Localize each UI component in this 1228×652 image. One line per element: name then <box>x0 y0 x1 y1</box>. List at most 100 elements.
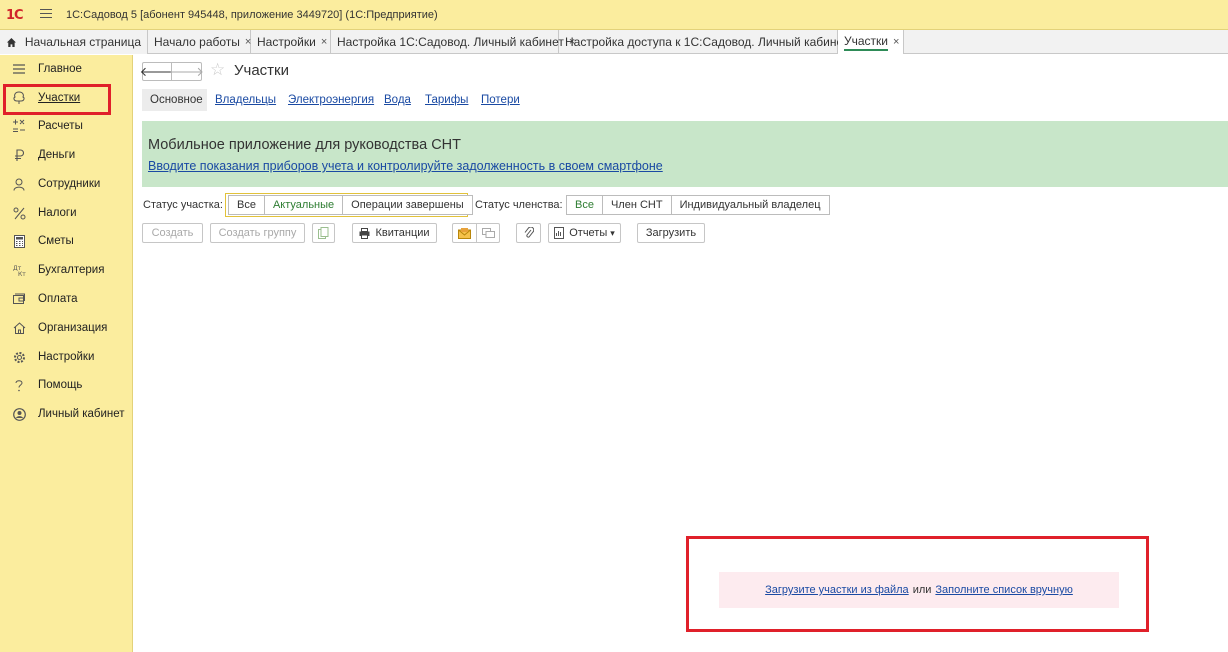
sidebar-item-label: Помощь <box>38 379 83 391</box>
membership-individual[interactable]: Индивидуальный владелец <box>672 196 829 214</box>
sidebar-item-label: Сметы <box>38 235 74 247</box>
membership-status-switch: Все Член СНТ Индивидуальный владелец <box>566 195 830 215</box>
tab-label: Настройка доступа к 1С:Садовод. Личный к… <box>565 35 849 49</box>
question-icon <box>11 377 27 393</box>
back-arrow-icon[interactable]: 🡐 <box>140 63 174 80</box>
star-icon[interactable]: ☆ <box>210 60 225 80</box>
history-nav: 🡐 🡒 <box>140 62 204 81</box>
tab-label: Начальная страница <box>24 35 141 49</box>
reports-label: Отчеты <box>569 227 608 239</box>
tab-bar: Начальная страница Начало работы × Настр… <box>0 30 1228 54</box>
report-icon <box>554 227 565 239</box>
chat-icon <box>481 227 495 238</box>
close-icon[interactable]: × <box>893 36 899 48</box>
sidebar: Главное Участки Расчеты Деньги Сотрудник… <box>0 55 133 652</box>
subtab-main[interactable]: Основное <box>142 89 207 111</box>
sidebar-item-main[interactable]: Главное <box>0 58 133 80</box>
banner-title: Мобильное приложение для руководства СНТ <box>148 137 461 153</box>
sidebar-item-money[interactable]: Деньги <box>0 144 133 166</box>
tab-plots[interactable]: Участки × <box>838 30 904 54</box>
tab-access-settings[interactable]: Настройка доступа к 1С:Садовод. Личный к… <box>559 30 860 54</box>
banner-link[interactable]: Вводите показания приборов учета и контр… <box>148 159 663 173</box>
plot-status-label: Статус участка: <box>143 199 223 211</box>
tab-label: Настройка 1С:Садовод. Личный кабинет <box>337 35 564 49</box>
sidebar-item-label: Организация <box>38 322 108 334</box>
payment-icon <box>11 291 27 307</box>
percent-icon <box>11 205 27 221</box>
sidebar-item-label: Сотрудники <box>38 178 101 190</box>
forward-arrow-icon[interactable]: 🡒 <box>169 63 204 80</box>
house-icon <box>11 320 27 336</box>
page-title: Участки <box>234 62 289 79</box>
calculator-icon <box>11 233 27 249</box>
subtab-electricity[interactable]: Электроэнергия <box>288 89 374 111</box>
sidebar-item-organization[interactable]: Организация <box>0 317 133 339</box>
ruble-icon <box>11 147 27 163</box>
mail-button[interactable] <box>452 223 477 243</box>
sidebar-item-accounting[interactable]: Дт Кт Бухгалтерия <box>0 259 133 281</box>
load-button[interactable]: Загрузить <box>637 223 705 243</box>
envelope-icon <box>458 227 471 239</box>
accounting-icon: Дт Кт <box>11 262 27 278</box>
chevron-down-icon: ▾ <box>610 227 615 238</box>
tab-label: Начало работы <box>154 35 240 49</box>
tab-cabinet-settings[interactable]: Настройка 1С:Садовод. Личный кабинет × <box>331 30 575 54</box>
printer-icon <box>359 227 370 239</box>
sidebar-item-label: Настройки <box>38 351 95 363</box>
sidebar-item-help[interactable]: Помощь <box>0 374 133 396</box>
messages-button[interactable] <box>476 223 500 243</box>
tab-start[interactable]: Начало работы × <box>148 30 251 54</box>
plot-status-completed[interactable]: Операции завершены <box>343 196 472 214</box>
mobile-app-banner: Мобильное приложение для руководства СНТ… <box>142 121 1228 187</box>
paperclip-icon <box>524 227 534 238</box>
sidebar-item-label: Главное <box>38 63 82 75</box>
close-icon[interactable]: × <box>321 36 327 48</box>
menu-icon[interactable] <box>40 9 52 19</box>
sidebar-item-settings[interactable]: Настройки <box>0 346 133 368</box>
create-button[interactable]: Создать <box>142 223 203 243</box>
sidebar-item-estimates[interactable]: Сметы <box>0 230 133 252</box>
membership-member[interactable]: Член СНТ <box>603 196 672 214</box>
window-title: 1С:Садовод 5 [абонент 945448, приложение… <box>66 9 438 21</box>
subtab-tariffs[interactable]: Тарифы <box>425 89 468 111</box>
membership-status-label: Статус членства: <box>475 199 563 211</box>
copy-button[interactable] <box>312 223 335 243</box>
sidebar-item-label: Налоги <box>38 207 77 219</box>
tab-home[interactable]: Начальная страница <box>0 30 148 54</box>
account-icon <box>11 406 27 422</box>
membership-all[interactable]: Все <box>567 196 603 214</box>
sidebar-item-personal-account[interactable]: Личный кабинет <box>0 403 133 425</box>
sidebar-item-payment[interactable]: Оплата <box>0 288 133 310</box>
subtab-owners[interactable]: Владельцы <box>215 89 276 111</box>
tab-label: Настройки <box>257 35 316 49</box>
sidebar-item-label: Деньги <box>38 149 76 161</box>
gear-icon <box>11 349 27 365</box>
receipts-button[interactable]: Квитанции <box>352 223 437 243</box>
plot-status-actual[interactable]: Актуальные <box>265 196 344 214</box>
person-icon <box>11 176 27 192</box>
sidebar-item-label: Личный кабинет <box>38 408 125 420</box>
sidebar-item-staff[interactable]: Сотрудники <box>0 173 133 195</box>
copy-icon <box>318 227 329 239</box>
receipts-label: Квитанции <box>375 227 430 239</box>
subtab-water[interactable]: Вода <box>384 89 411 111</box>
sidebar-item-label: Оплата <box>38 293 78 305</box>
svg-text:Кт: Кт <box>18 271 26 277</box>
attach-button[interactable] <box>516 223 541 243</box>
sidebar-item-taxes[interactable]: Налоги <box>0 202 133 224</box>
home-icon <box>6 37 16 47</box>
list-icon <box>11 61 27 77</box>
reports-button[interactable]: Отчеты ▾ <box>548 223 621 243</box>
subtab-losses[interactable]: Потери <box>481 89 520 111</box>
sidebar-item-label: Расчеты <box>38 120 83 132</box>
plot-status-all[interactable]: Все <box>229 196 265 214</box>
sidebar-item-label: Бухгалтерия <box>38 264 105 276</box>
sidebar-item-calculations[interactable]: Расчеты <box>0 115 133 137</box>
calc-icon <box>11 118 27 134</box>
plot-status-switch: Все Актуальные Операции завершены <box>228 195 473 215</box>
tab-settings[interactable]: Настройки × <box>251 30 331 54</box>
create-group-button[interactable]: Создать группу <box>210 223 305 243</box>
tab-label: Участки <box>844 34 888 51</box>
highlight-box <box>3 84 111 115</box>
app-logo[interactable]: 1С <box>6 8 24 23</box>
